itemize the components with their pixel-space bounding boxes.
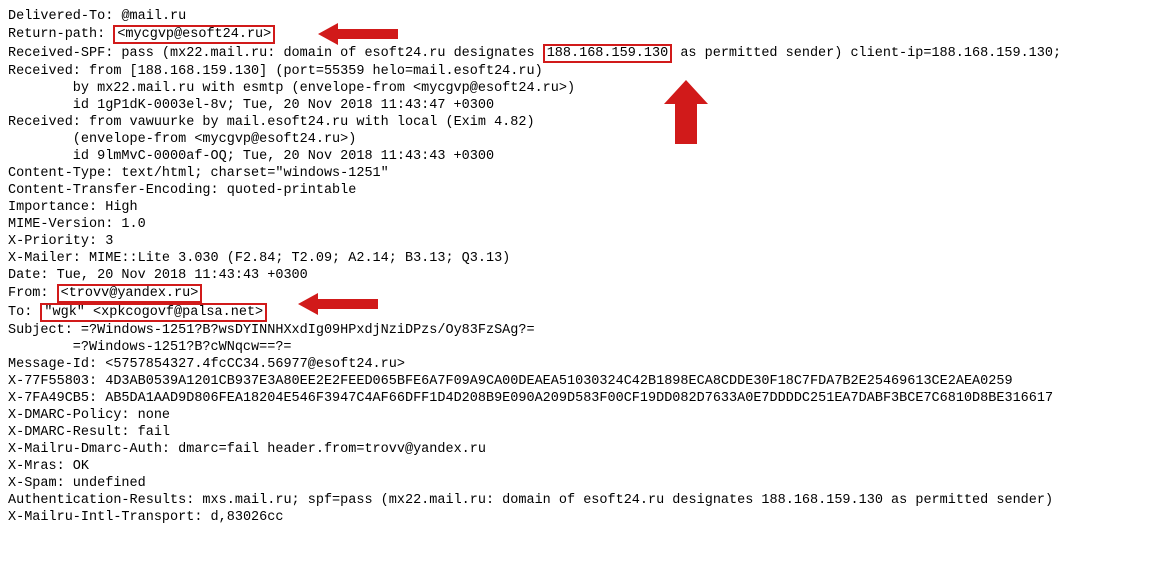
text-post: as permitted sender) client-ip=188.168.1… — [672, 46, 1061, 61]
header-received-2-line-1: Received: from vawuurke by mail.esoft24.… — [8, 114, 1152, 131]
header-received-2-line-2: (envelope-from <mycgvp@esoft24.ru>) — [8, 131, 1152, 148]
header-x-mailru-dmarc-auth: X-Mailru-Dmarc-Auth: dmarc=fail header.f… — [8, 441, 1152, 458]
highlight-box-to: "wgk" <xpkcogovf@palsa.net> — [40, 303, 267, 322]
header-x-dmarc-policy: X-DMARC-Policy: none — [8, 407, 1152, 424]
label: Return-path: — [8, 27, 105, 42]
header-x-77f55803: X-77F55803: 4D3AB0539A1201CB937E3A80EE2E… — [8, 373, 1152, 390]
header-received-1-line-2: by mx22.mail.ru with esmtp (envelope-fro… — [8, 80, 1152, 97]
header-content-transfer-encoding: Content-Transfer-Encoding: quoted-printa… — [8, 182, 1152, 199]
header-received-1-line-1: Received: from [188.168.159.130] (port=5… — [8, 63, 1152, 80]
header-received-2-line-3: id 9lmMvC-0000af-OQ; Tue, 20 Nov 2018 11… — [8, 148, 1152, 165]
header-subject-line-2: =?Windows-1251?B?cWNqcw==?= — [8, 339, 1152, 356]
header-return-path: Return-path: <mycgvp@esoft24.ru> — [8, 25, 1152, 44]
header-x-priority: X-Priority: 3 — [8, 233, 1152, 250]
highlight-box-from: <trovv@yandex.ru> — [57, 284, 203, 303]
header-importance: Importance: High — [8, 199, 1152, 216]
header-authentication-results: Authentication-Results: mxs.mail.ru; spf… — [8, 492, 1152, 509]
header-subject-line-1: Subject: =?Windows-1251?B?wsDYINNHXxdIg0… — [8, 322, 1152, 339]
header-x-mailru-intl-transport: X-Mailru-Intl-Transport: d,83026cc — [8, 509, 1152, 526]
header-content-type: Content-Type: text/html; charset="window… — [8, 165, 1152, 182]
value: @mail.ru — [121, 9, 186, 24]
header-to: To: "wgk" <xpkcogovf@palsa.net> — [8, 303, 1152, 322]
highlight-box-ip: 188.168.159.130 — [543, 44, 673, 63]
header-x-mailer: X-Mailer: MIME::Lite 3.030 (F2.84; T2.09… — [8, 250, 1152, 267]
header-date: Date: Tue, 20 Nov 2018 11:43:43 +0300 — [8, 267, 1152, 284]
header-received-spf: Received-SPF: pass (mx22.mail.ru: domain… — [8, 44, 1152, 63]
header-message-id: Message-Id: <5757854327.4fcCC34.56977@es… — [8, 356, 1152, 373]
header-from: From: <trovv@yandex.ru> — [8, 284, 1152, 303]
label: From: — [8, 286, 57, 301]
header-received-1-line-3: id 1gP1dK-0003el-8v; Tue, 20 Nov 2018 11… — [8, 97, 1152, 114]
header-x-7fa49cb5: X-7FA49CB5: AB5DA1AAD9D806FEA18204E546F3… — [8, 390, 1152, 407]
header-delivered-to: Delivered-To: @mail.ru — [8, 8, 1152, 25]
header-x-mras: X-Mras: OK — [8, 458, 1152, 475]
text-pre: Received-SPF: pass (mx22.mail.ru: domain… — [8, 46, 543, 61]
header-mime-version: MIME-Version: 1.0 — [8, 216, 1152, 233]
label: To: — [8, 305, 40, 320]
header-x-spam: X-Spam: undefined — [8, 475, 1152, 492]
header-x-dmarc-result: X-DMARC-Result: fail — [8, 424, 1152, 441]
label: Delivered-To: — [8, 9, 113, 24]
highlight-box-return-path: <mycgvp@esoft24.ru> — [113, 25, 275, 44]
